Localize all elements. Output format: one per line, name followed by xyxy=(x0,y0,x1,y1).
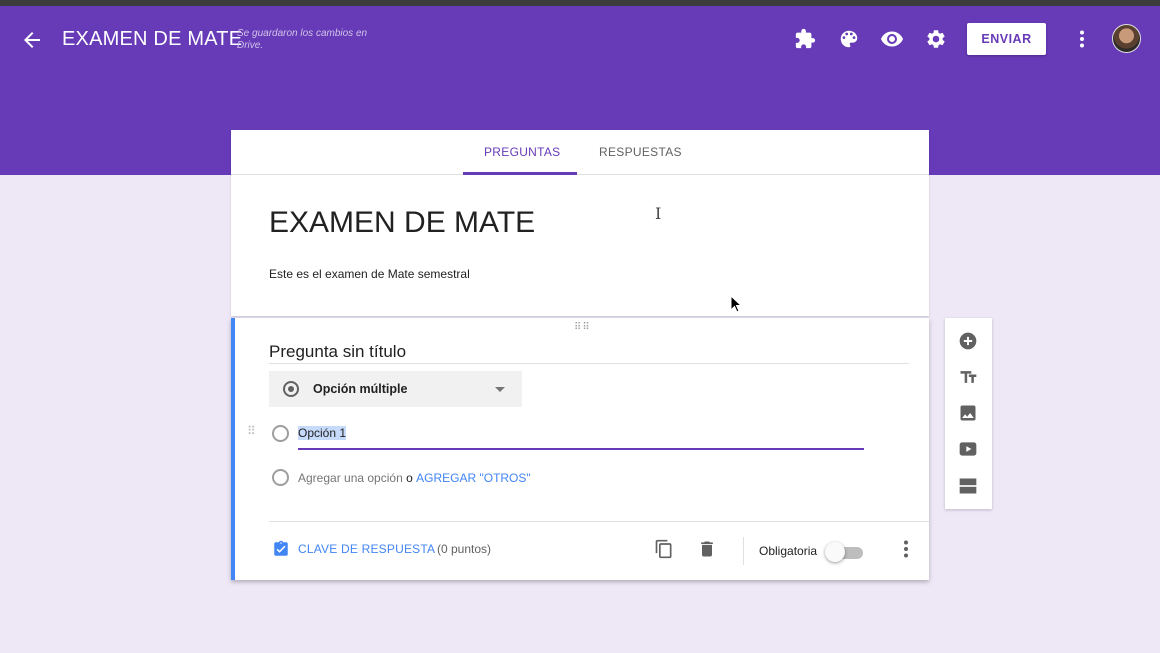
tab-bar: PREGUNTAS RESPUESTAS xyxy=(231,130,929,175)
section-icon[interactable] xyxy=(957,475,979,497)
mouse-pointer-icon xyxy=(730,294,743,318)
option-input[interactable]: Opción 1 xyxy=(298,426,347,440)
eye-icon[interactable] xyxy=(879,26,905,52)
delete-icon[interactable] xyxy=(696,538,718,560)
tab-questions[interactable]: PREGUNTAS xyxy=(484,145,561,159)
add-option-link[interactable]: Agregar una opción xyxy=(298,471,403,485)
dropdown-arrow-icon xyxy=(495,387,505,392)
form-title[interactable]: EXAMEN DE MATE xyxy=(269,206,535,240)
answer-key-icon[interactable] xyxy=(272,540,290,558)
question-type-dropdown[interactable]: Opción múltiple xyxy=(269,371,522,407)
add-question-icon[interactable] xyxy=(957,330,979,352)
add-option-or: o xyxy=(406,471,413,485)
form-header-card: PREGUNTAS RESPUESTAS EXAMEN DE MATE Este… xyxy=(231,130,929,316)
question-more-icon[interactable] xyxy=(895,538,917,560)
option-input-underline xyxy=(298,448,864,450)
avatar[interactable] xyxy=(1112,24,1141,53)
more-vert-icon[interactable] xyxy=(1069,26,1095,52)
save-status: Se guardaron los cambios en Drive. xyxy=(237,28,368,51)
send-button[interactable]: ENVIAR xyxy=(967,23,1046,55)
add-option-radio-icon xyxy=(272,469,289,486)
required-label: Obligatoria xyxy=(759,544,818,558)
add-option-row: Agregar una opción o AGREGAR "OTROS" xyxy=(298,471,531,485)
form-name[interactable]: EXAMEN DE MATE xyxy=(62,28,242,51)
duplicate-icon[interactable] xyxy=(653,538,675,560)
question-title-input[interactable]: Pregunta sin título xyxy=(269,342,909,364)
tab-responses[interactable]: RESPUESTAS xyxy=(599,145,682,159)
option-radio-icon xyxy=(272,425,289,442)
question-type-label: Opción múltiple xyxy=(313,382,408,396)
radio-button-checked-icon xyxy=(283,381,299,397)
title-text-icon[interactable] xyxy=(957,366,979,388)
back-arrow-icon[interactable] xyxy=(20,28,44,52)
video-icon[interactable] xyxy=(957,438,979,460)
answer-key-link[interactable]: CLAVE DE RESPUESTA xyxy=(298,542,435,556)
image-icon[interactable] xyxy=(957,402,979,424)
gear-icon[interactable] xyxy=(923,26,949,52)
palette-icon[interactable] xyxy=(836,26,862,52)
question-card[interactable]: ⠿⠿ Pregunta sin título Opción múltiple ⠿… xyxy=(231,318,929,580)
text-cursor-icon: I xyxy=(655,204,662,223)
add-other-link[interactable]: AGREGAR "OTROS" xyxy=(416,471,531,485)
puzzle-icon[interactable] xyxy=(792,26,818,52)
footer-separator xyxy=(743,537,744,565)
option-drag-handle-icon[interactable]: ⠿ xyxy=(247,425,257,437)
required-toggle-knob[interactable] xyxy=(825,542,845,562)
form-description[interactable]: Este es el examen de Mate semestral xyxy=(269,267,470,281)
points-label: (0 puntos) xyxy=(437,542,492,556)
footer-divider xyxy=(269,521,929,522)
drag-handle-icon[interactable]: ⠿⠿ xyxy=(574,322,591,333)
active-tab-indicator xyxy=(463,172,577,175)
side-toolbar xyxy=(945,318,992,509)
